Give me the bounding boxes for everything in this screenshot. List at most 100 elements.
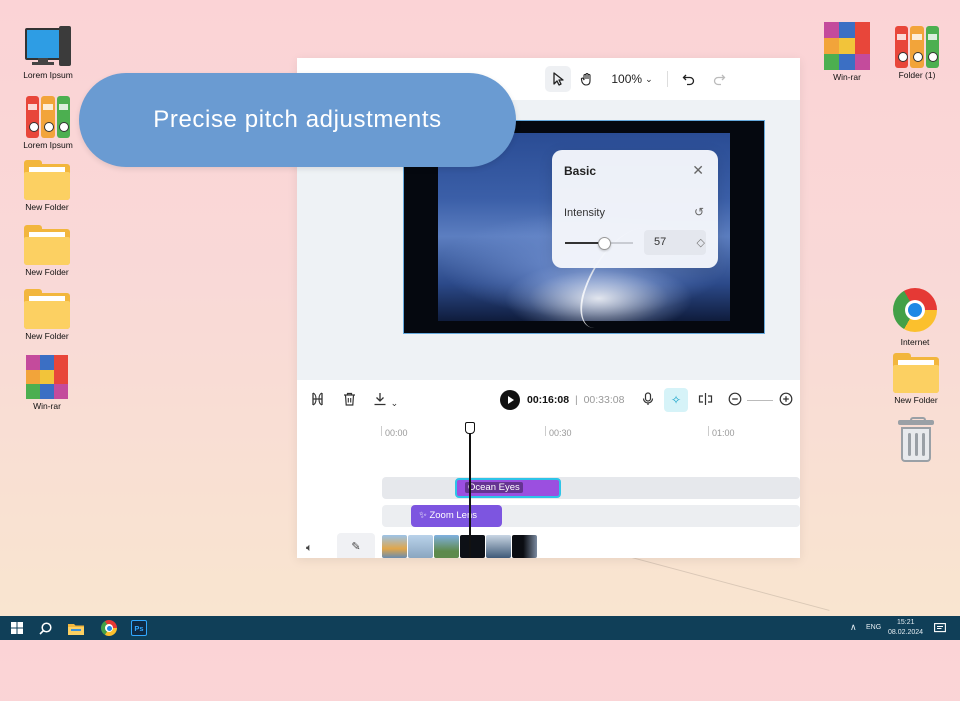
thumbnail [486, 535, 511, 558]
desktop-icon-lorem-ipsum-binders[interactable]: Lorem Ipsum [16, 96, 80, 150]
speaker-icon[interactable]: 🔈︎ [306, 542, 313, 555]
playhead[interactable] [469, 428, 471, 558]
intensity-slider[interactable] [565, 237, 633, 250]
thumbnail [512, 535, 537, 558]
close-icon[interactable]: ✕ [692, 162, 704, 179]
cursor-icon [553, 72, 564, 86]
thumbnail [382, 535, 407, 558]
folder-icon [893, 353, 939, 393]
taskbar: Ps ∧ ENG 15:21 08.02.2024 [0, 616, 960, 640]
hand-tool-button[interactable] [575, 66, 599, 92]
play-button[interactable] [500, 390, 520, 410]
hand-icon [580, 72, 591, 86]
ruler-tick [381, 426, 382, 436]
select-tool-button[interactable] [545, 66, 571, 92]
clock-date[interactable]: 08.02.2024 [888, 629, 923, 636]
clock-time[interactable]: 15:21 [897, 619, 915, 626]
ruler-tick [545, 426, 546, 436]
desktop-icon-label: Lorem Ipsum [23, 140, 73, 150]
zoom-level-dropdown[interactable]: 100% ⌄ [609, 66, 655, 92]
photoshop-icon[interactable]: Ps [130, 619, 148, 637]
topbar-divider [667, 71, 668, 87]
desktop-icon-lorem-ipsum-computer[interactable]: Lorem Ipsum [16, 26, 80, 80]
desktop-icon-recycle-bin[interactable] [884, 417, 948, 462]
redo-icon [713, 74, 725, 85]
ruler-tick [708, 426, 709, 436]
folder-icon [24, 289, 70, 329]
desktop-icon-folder-1[interactable]: Folder (1) [885, 26, 949, 80]
redo-button[interactable] [709, 66, 729, 92]
desktop-icon-label: New Folder [25, 202, 69, 212]
time-separator: | [575, 394, 578, 406]
chrome-icon[interactable] [100, 619, 118, 637]
windows-icon[interactable] [8, 619, 26, 637]
intensity-label: Intensity [564, 207, 605, 219]
auto-snap-icon[interactable]: ✧ [664, 388, 688, 412]
total-time: | 00:33:08 [575, 394, 624, 406]
microphone-icon[interactable] [642, 392, 654, 409]
zoom-out-icon[interactable] [728, 392, 742, 409]
desktop-icon-winrar-left[interactable]: Win-rar [15, 355, 79, 411]
ruler-label: 01:00 [712, 428, 735, 438]
desktop-icon-label: Internet [900, 337, 930, 347]
search-icon[interactable] [36, 619, 54, 637]
zoom-in-icon[interactable] [779, 392, 793, 409]
notification-icon[interactable] [931, 619, 949, 637]
pencil-icon: ✎ [351, 541, 361, 553]
undo-button[interactable] [678, 66, 698, 92]
reset-icon[interactable]: ↺ [694, 205, 704, 219]
split-view-icon[interactable] [698, 392, 713, 409]
chevron-down-icon: ⌄ [390, 398, 399, 408]
timeline-zoom-slider[interactable] [747, 400, 773, 401]
undo-icon [682, 74, 694, 85]
panel-title: Basic [564, 164, 597, 178]
clip-label: Ocean Eyes [465, 482, 523, 493]
ruler-label: 00:00 [385, 428, 408, 438]
feature-caption: Precise pitch adjustments [79, 73, 516, 167]
folder-icon [24, 160, 70, 200]
desktop-icon-internet[interactable]: Internet [883, 288, 947, 347]
audio-track[interactable] [382, 477, 800, 499]
chrome-icon [893, 288, 937, 332]
desktop-icon-label: New Folder [894, 395, 938, 405]
winrar-icon [26, 355, 68, 399]
binders-icon [26, 96, 70, 138]
winrar-icon [824, 22, 870, 70]
desktop-icon-label: Win-rar [33, 401, 61, 411]
tray-chevron-up-icon[interactable]: ∧ [850, 622, 857, 633]
timeline-toolbar: ⌄ 00:16:08 | 00:33:08 ✧ [297, 380, 800, 421]
desktop-icon-new-folder-2[interactable]: New Folder [15, 225, 79, 277]
clip-zoom-lens[interactable]: ✨︎ Zoom Lens [411, 505, 502, 527]
basic-settings-panel: Basic ✕ Intensity ↺ 57 ◇ [552, 150, 718, 268]
desktop-icon-new-folder-right[interactable]: New Folder [884, 353, 948, 405]
sparkle-icon: ✨︎ [419, 510, 427, 521]
desktop-icon-label: Win-rar [833, 72, 861, 82]
playhead-handle[interactable] [465, 422, 475, 434]
desktop-icon-winrar-right[interactable]: Win-rar [815, 22, 879, 82]
file-explorer-icon[interactable] [67, 619, 85, 637]
desktop-icon-label: New Folder [25, 267, 69, 277]
total-time-value: 00:33:08 [583, 394, 625, 406]
delete-icon[interactable] [343, 392, 356, 409]
timeline: 00:00 00:30 01:00 Ocean Eyes ✨︎ Zoom Len… [297, 420, 800, 558]
desktop-icon-label: Folder (1) [898, 70, 936, 80]
export-download-dropdown[interactable]: ⌄ [373, 392, 398, 409]
edit-cover-button[interactable]: ✎ [337, 533, 375, 558]
recycle-bin-icon [898, 417, 934, 462]
current-time: 00:16:08 [527, 394, 570, 406]
keyframe-diamond-icon[interactable]: ◇ [697, 236, 705, 249]
zoom-level-value: 100% [611, 72, 643, 86]
folder-icon [24, 225, 70, 265]
language-indicator[interactable]: ENG [866, 624, 881, 631]
video-thumbnail-strip[interactable] [382, 535, 537, 558]
desktop-icon-new-folder-3[interactable]: New Folder [15, 289, 79, 341]
split-icon[interactable] [311, 392, 324, 409]
desktop-icon-label: Lorem Ipsum [23, 70, 73, 80]
thumbnail [408, 535, 433, 558]
desktop-icon-label: New Folder [25, 331, 69, 341]
ruler-label: 00:30 [549, 428, 572, 438]
chevron-down-icon: ⌄ [645, 73, 653, 84]
intensity-slider-handle[interactable] [597, 237, 611, 250]
desktop-icon-new-folder-1[interactable]: New Folder [15, 160, 79, 212]
computer-icon [25, 26, 71, 68]
